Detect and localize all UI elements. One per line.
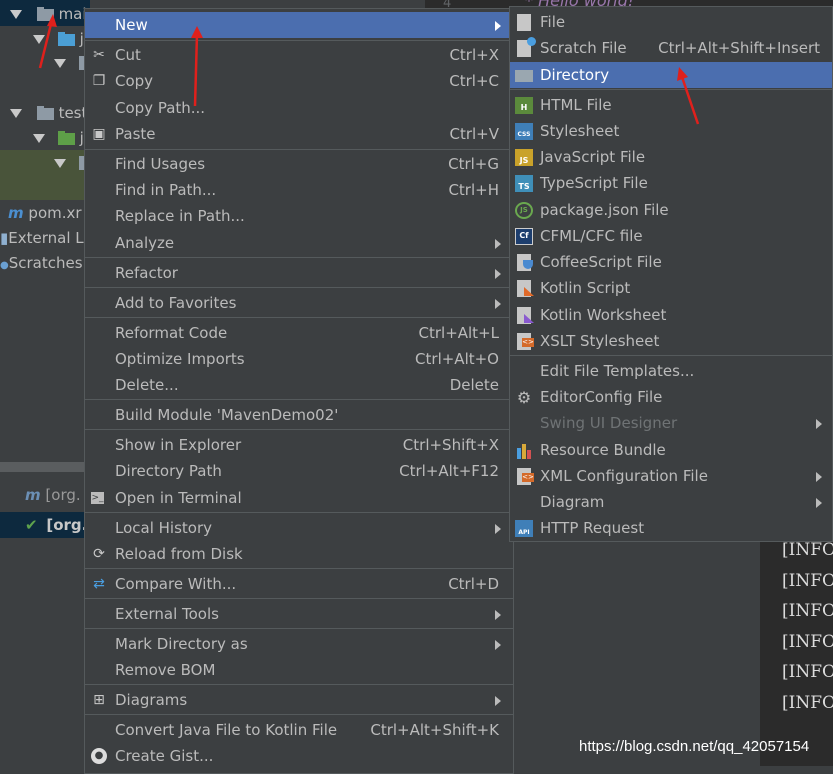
annotation-arrows bbox=[38, 14, 700, 125]
annotation-arrow-2 bbox=[191, 26, 203, 107]
annotation-arrow-3 bbox=[677, 67, 700, 125]
annotation-arrow-1 bbox=[38, 14, 57, 69]
watermark-text: https://blog.csdn.net/qq_42057154 bbox=[579, 738, 810, 755]
